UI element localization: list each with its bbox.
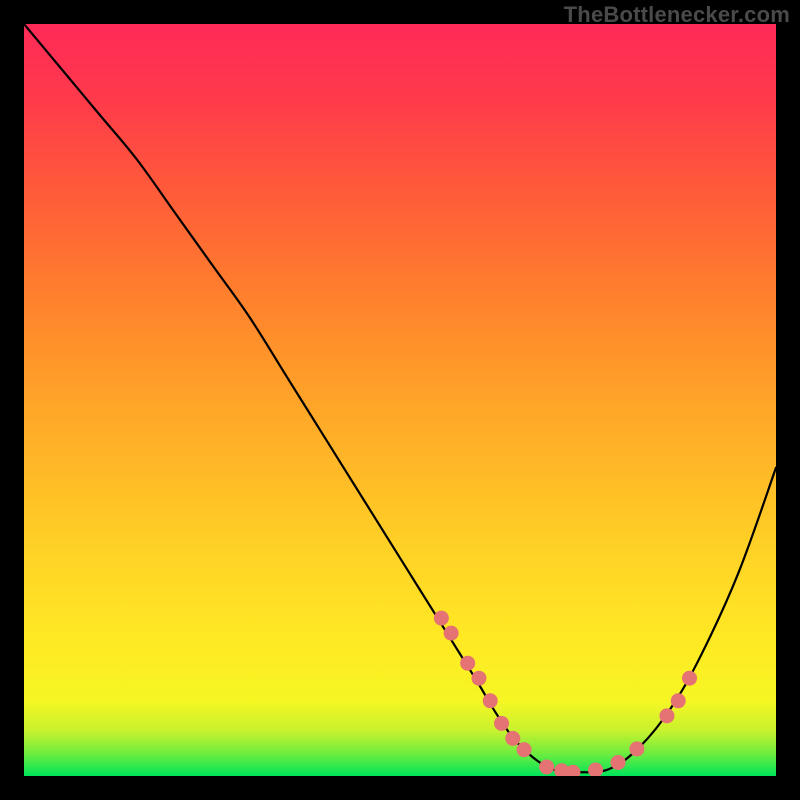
data-point — [671, 693, 686, 708]
data-point — [505, 731, 520, 746]
data-point — [460, 656, 475, 671]
bottleneck-curve — [24, 24, 776, 772]
data-point — [434, 611, 449, 626]
data-point — [659, 708, 674, 723]
data-point — [444, 626, 459, 641]
data-point — [539, 759, 554, 774]
data-point — [494, 716, 509, 731]
data-point — [471, 671, 486, 686]
data-point — [682, 671, 697, 686]
data-point — [483, 693, 498, 708]
chart-frame: TheBottlenecker.com — [0, 0, 800, 800]
data-point — [517, 742, 532, 757]
plot-area — [24, 24, 776, 776]
data-point — [611, 755, 626, 770]
data-point — [588, 762, 603, 776]
data-point — [629, 741, 644, 756]
curve-layer — [24, 24, 776, 776]
